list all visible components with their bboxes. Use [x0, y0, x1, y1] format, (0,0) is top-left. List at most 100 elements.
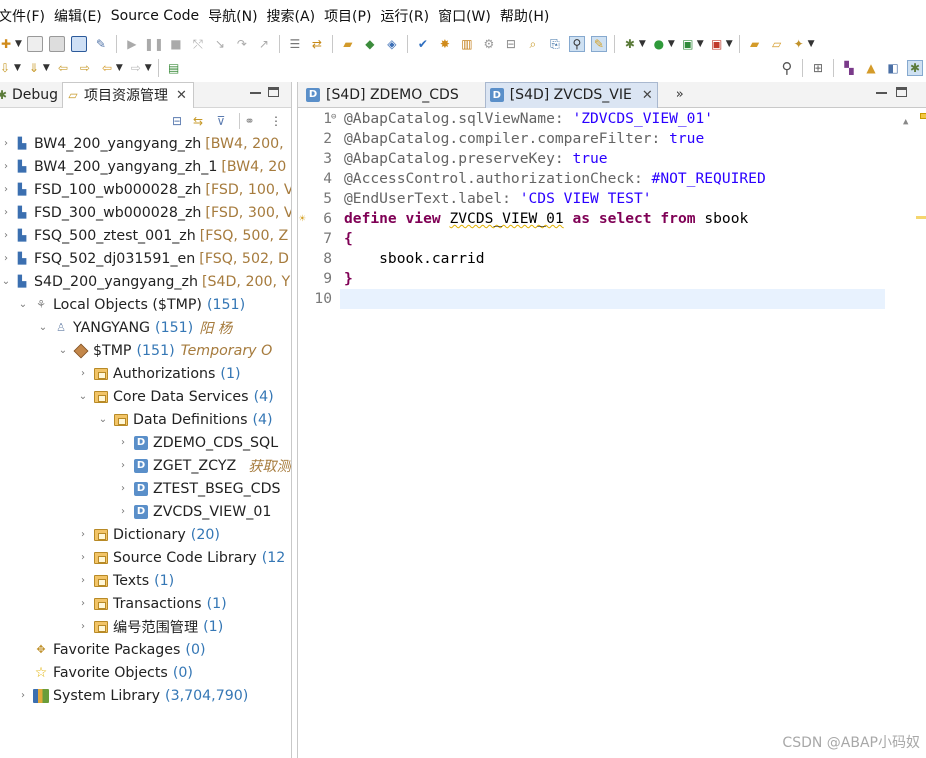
- chevron-right-icon[interactable]: ›: [77, 552, 89, 563]
- debug-tool-icon[interactable]: ✎: [93, 36, 109, 52]
- tree-item[interactable]: ⌄ ♙ YANGYANG (151) 阳 杨: [0, 316, 291, 339]
- chevron-right-icon[interactable]: ›: [117, 437, 129, 448]
- next-annotation-dropdown-icon[interactable]: ▼: [43, 63, 50, 73]
- monitor-icon[interactable]: [70, 36, 87, 52]
- terminate-icon[interactable]: ■: [168, 36, 184, 52]
- tree-item[interactable]: ✥ Favorite Packages (0): [0, 638, 291, 661]
- tab-zvcds-view[interactable]: D [S4D] ZVCDS_VIE ✕: [484, 81, 658, 108]
- tree-item[interactable]: › D ZTEST_BSEG_CDS: [0, 477, 291, 500]
- tree-item[interactable]: › Dictionary (20): [0, 523, 291, 546]
- resume-icon[interactable]: ▶: [124, 36, 140, 52]
- step-over-icon[interactable]: ↷: [234, 36, 250, 52]
- more-options-icon[interactable]: ⋮: [268, 113, 284, 129]
- tree-item[interactable]: ⌄ Data Definitions (4): [0, 408, 291, 431]
- menu-source-code[interactable]: Source Code: [111, 8, 208, 24]
- chevron-right-icon[interactable]: ›: [77, 529, 89, 540]
- highlight-icon[interactable]: ✎: [590, 36, 607, 52]
- lock-icon[interactable]: ⊟: [503, 36, 519, 52]
- code-text-area[interactable]: 1 ⊖ 2 3 4 5 ☀ 6 7 8 9 10 @AbapCatalog.sq…: [298, 109, 926, 758]
- chevron-right-icon[interactable]: ›: [77, 575, 89, 586]
- menu-search[interactable]: 搜索(A): [267, 6, 325, 26]
- warning-marker-icon[interactable]: [920, 113, 926, 119]
- link-with-editor-icon[interactable]: ⇆: [190, 113, 206, 129]
- debug-run-icon[interactable]: ✱: [622, 36, 638, 52]
- tree-item[interactable]: › ▙ FSD_100_wb000028_zh [FSD, 100, V: [0, 178, 291, 201]
- activate-icon[interactable]: ◆: [362, 36, 378, 52]
- save-all-icon[interactable]: [48, 36, 65, 52]
- link-editor-icon[interactable]: ⚲: [568, 36, 585, 52]
- annotation-dropdown-icon[interactable]: ▼: [14, 63, 21, 73]
- menu-project[interactable]: 项目(P): [324, 6, 380, 26]
- menu-help[interactable]: 帮助(H): [500, 6, 558, 26]
- forward-icon[interactable]: ⇨: [128, 60, 144, 76]
- tab-project-explorer[interactable]: ▱ 项目资源管理 ✕: [62, 81, 194, 108]
- chevron-right-icon[interactable]: ›: [117, 506, 129, 517]
- tab-debug[interactable]: ✱ Debug: [0, 82, 62, 108]
- more-tabs-icon[interactable]: »: [676, 87, 684, 102]
- next-annotation-icon[interactable]: ⇓: [26, 60, 42, 76]
- open-type-icon[interactable]: ▰: [747, 36, 763, 52]
- bw-perspective-icon[interactable]: ▲: [863, 60, 879, 76]
- debug-dropdown-icon[interactable]: ▼: [639, 39, 646, 49]
- java-perspective-icon[interactable]: ◧: [885, 60, 901, 76]
- tree-item[interactable]: ⌄ ▙ S4D_200_yangyang_zh [S4D, 200, Y: [0, 270, 291, 293]
- view-menu-icon[interactable]: ⚭: [239, 113, 255, 129]
- chevron-right-icon[interactable]: ›: [0, 230, 12, 241]
- close-icon[interactable]: ✕: [642, 88, 653, 103]
- tab-zdemo-cds[interactable]: D [S4D] ZDEMO_CDS: [302, 82, 463, 108]
- minimize-icon[interactable]: [250, 92, 261, 95]
- chevron-down-icon[interactable]: ⌄: [17, 299, 29, 310]
- tree-item[interactable]: ⌄ $TMP (151) Temporary O: [0, 339, 291, 362]
- step-into-icon[interactable]: ↘: [212, 36, 228, 52]
- tree-item[interactable]: ☆ Favorite Objects (0): [0, 661, 291, 684]
- run-config-dropdown-icon[interactable]: ▼: [697, 39, 704, 49]
- back-dropdown-icon[interactable]: ▼: [116, 63, 123, 73]
- filter-icon[interactable]: ⊽: [213, 113, 229, 129]
- check-icon[interactable]: ✔: [415, 36, 431, 52]
- chevron-right-icon[interactable]: ›: [17, 690, 29, 701]
- abap-perspective-icon[interactable]: ▚: [841, 60, 857, 76]
- chevron-down-icon[interactable]: ⌄: [77, 391, 89, 402]
- maximize-icon[interactable]: [268, 87, 279, 97]
- chevron-right-icon[interactable]: ›: [0, 184, 12, 195]
- overview-ruler[interactable]: ▲: [903, 109, 926, 758]
- tree-item[interactable]: › Transactions (1): [0, 592, 291, 615]
- tree-item[interactable]: ⌄ ⚘ Local Objects ($TMP) (151): [0, 293, 291, 316]
- toggle-view-icon[interactable]: ▤: [166, 60, 182, 76]
- step-return-icon[interactable]: ↗: [256, 36, 272, 52]
- search-icon[interactable]: ⚲: [779, 59, 795, 77]
- tree-item[interactable]: › ▙ FSQ_502_dj031591_en [FSQ, 502, D: [0, 247, 291, 270]
- chevron-right-icon[interactable]: ›: [117, 460, 129, 471]
- close-icon[interactable]: ✕: [176, 88, 187, 103]
- debug-perspective-icon[interactable]: ✱: [907, 60, 923, 76]
- tree-item[interactable]: › ▙ BW4_200_yangyang_zh [BW4, 200,: [0, 132, 291, 155]
- run-icon[interactable]: ●: [651, 36, 667, 52]
- tree-item[interactable]: › 编号范围管理 (1): [0, 615, 291, 638]
- open-perspective-icon[interactable]: ⊞: [810, 60, 826, 76]
- annotation-nav-icon[interactable]: ⇩: [0, 60, 13, 76]
- open-object-icon[interactable]: ▰: [340, 36, 356, 52]
- tree-item[interactable]: › D ZVCDS_VIEW_01: [0, 500, 291, 523]
- chevron-down-icon[interactable]: ⌄: [57, 345, 69, 356]
- maximize-icon[interactable]: [896, 87, 907, 97]
- chevron-right-icon[interactable]: ›: [0, 138, 12, 149]
- chevron-right-icon[interactable]: ›: [77, 621, 89, 632]
- wand-icon[interactable]: ✦: [791, 36, 807, 52]
- tree-item[interactable]: › Texts (1): [0, 569, 291, 592]
- tree-item[interactable]: › D ZDEMO_CDS_SQL: [0, 431, 291, 454]
- chevron-right-icon[interactable]: ›: [77, 368, 89, 379]
- annotation-marker-icon[interactable]: [916, 216, 926, 219]
- abap-unit-icon[interactable]: ▥: [459, 36, 475, 52]
- new-icon[interactable]: ✚: [0, 36, 14, 52]
- collapse-all-icon[interactable]: ⊟: [169, 113, 185, 129]
- external-tools-icon[interactable]: ▣: [709, 36, 725, 52]
- run-dropdown-icon[interactable]: ▼: [668, 39, 675, 49]
- chevron-right-icon[interactable]: ›: [0, 207, 12, 218]
- scroll-up-icon[interactable]: ▲: [903, 117, 908, 127]
- suspend-icon[interactable]: ❚❚: [144, 36, 164, 52]
- chevron-down-icon[interactable]: ⌄: [37, 322, 49, 333]
- fold-collapse-icon[interactable]: ⊖: [331, 112, 336, 122]
- outline-icon[interactable]: ☰: [287, 36, 303, 52]
- forward-edit-icon[interactable]: ⇨: [77, 60, 93, 76]
- save-icon[interactable]: [26, 36, 43, 52]
